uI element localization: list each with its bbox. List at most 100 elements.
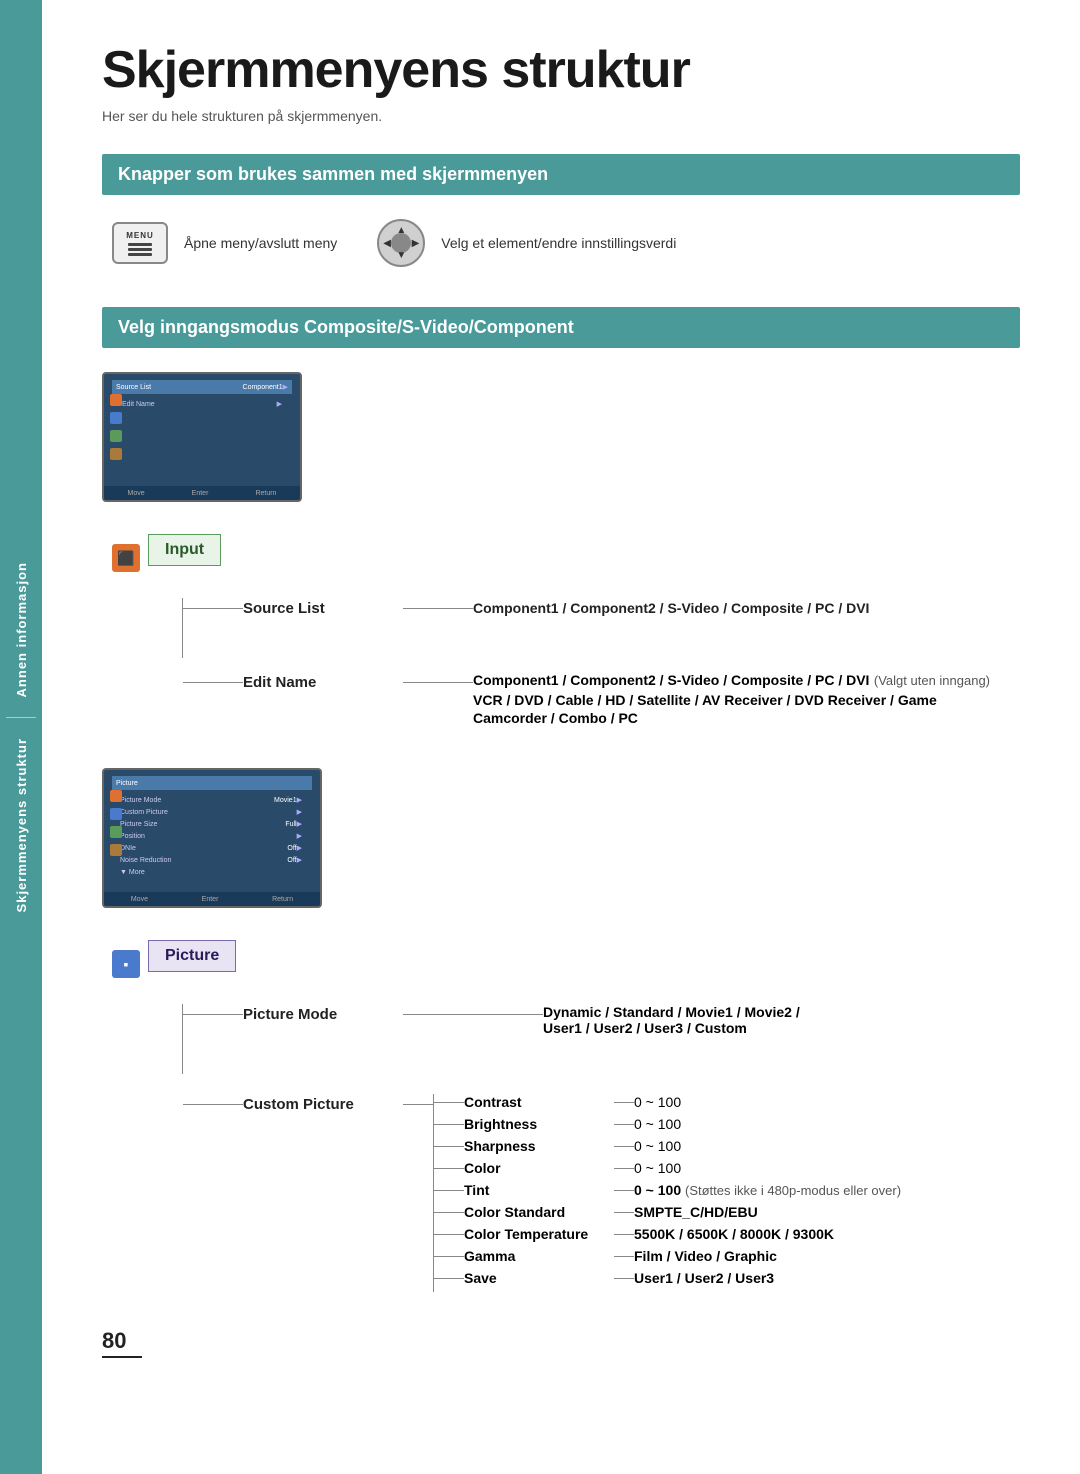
source-list-label: Source List bbox=[243, 598, 403, 617]
picture-tree: Picture Mode Dynamic / Standard / Movie1… bbox=[102, 1004, 1020, 1292]
sub-line-ct bbox=[434, 1234, 464, 1235]
edit-name-row: Edit Name Component1 / Component2 / S-Vi… bbox=[182, 672, 1020, 732]
screen-row-arrow-1: ▶ bbox=[277, 400, 282, 408]
sub-line-color bbox=[434, 1168, 464, 1169]
prow-text-3: Picture Size bbox=[120, 821, 285, 828]
page-number: 80 bbox=[102, 1328, 1020, 1354]
sub-val-save: User1 / User2 / User3 bbox=[634, 1270, 774, 1286]
footer-return: Return bbox=[255, 490, 276, 497]
sub-label-ct: Color Temperature bbox=[464, 1226, 614, 1242]
sub-val-tint: 0 ~ 100 (Støttes ikke i 480p-modus eller… bbox=[634, 1182, 901, 1198]
prow-val-5: Off bbox=[287, 845, 296, 852]
prow-4: Position ▶ bbox=[116, 830, 306, 842]
section-input: Velg inngangsmodus Composite/S-Video/Com… bbox=[102, 307, 1020, 732]
menu-bar-3 bbox=[128, 253, 152, 256]
sub-val-tint-note: (Støttes ikke i 480p-modus eller over) bbox=[685, 1183, 901, 1198]
screen-icon-picture bbox=[110, 412, 122, 424]
prow-arrow-4: ▶ bbox=[297, 832, 302, 840]
nav-button[interactable]: ▲ ▼ bbox=[377, 219, 425, 267]
sub-line-contrast bbox=[434, 1102, 464, 1103]
footer-enter: Enter bbox=[192, 490, 209, 497]
menu-button-desc: Åpne meny/avslutt meny bbox=[184, 235, 337, 251]
sidebar: Annen informasjon Skjermmenyens struktur bbox=[0, 0, 42, 1474]
sub-val-gamma: Film / Video / Graphic bbox=[634, 1248, 777, 1264]
section-picture: Picture Picture Mode Movie1 ▶ bbox=[102, 768, 1020, 1292]
sub-val-sharpness: 0 ~ 100 bbox=[634, 1138, 681, 1154]
prow-arrow-3: ▶ bbox=[297, 820, 302, 828]
prow-val-1: Movie1 bbox=[274, 797, 297, 804]
sub-line-gamma bbox=[434, 1256, 464, 1257]
menu-bar-2 bbox=[128, 248, 152, 251]
sub-line-brightness bbox=[434, 1124, 464, 1125]
sub-line-cs bbox=[434, 1212, 464, 1213]
pm-horiz bbox=[183, 1014, 243, 1015]
prow-arrow-5: ▶ bbox=[297, 844, 302, 852]
prow-text-5: DNIe bbox=[120, 845, 287, 852]
menu-button[interactable]: MENU bbox=[112, 222, 168, 264]
custom-picture-label: Custom Picture bbox=[243, 1094, 403, 1113]
section-buttons: Knapper som brukes sammen med skjermmeny… bbox=[102, 154, 1020, 267]
cp-spacer bbox=[182, 1094, 183, 1104]
edit-name-line-2: VCR / DVD / Cable / HD / Satellite / AV … bbox=[473, 692, 990, 708]
screen-row-1: Edit Name ▶ bbox=[118, 398, 286, 410]
prow-arrow-2: ▶ bbox=[297, 808, 302, 816]
cp-horiz bbox=[183, 1104, 243, 1105]
screen-icon-setup bbox=[110, 448, 122, 460]
page-number-section: 80 bbox=[102, 1328, 1020, 1358]
prow-3: Picture Size Full ▶ bbox=[116, 818, 306, 830]
cp-sub-sharpness: Sharpness 0 ~ 100 bbox=[434, 1138, 901, 1154]
sub-dash-save bbox=[614, 1278, 634, 1279]
screen-header-picture: Picture bbox=[112, 776, 312, 790]
sub-label-color: Color bbox=[464, 1160, 614, 1176]
screen-sidebar bbox=[110, 394, 122, 460]
edit-name-label: Edit Name bbox=[243, 672, 403, 691]
edit-name-note: (Valgt uten inngang) bbox=[874, 673, 990, 688]
sub-line-sharpness bbox=[434, 1146, 464, 1147]
pfooter-move: Move bbox=[131, 896, 148, 903]
sub-val-color: 0 ~ 100 bbox=[634, 1160, 681, 1176]
screen-picture-title: Picture bbox=[116, 780, 138, 787]
main-content: Skjermmenyens struktur Her ser du hele s… bbox=[42, 0, 1080, 1418]
sub-label-sharpness: Sharpness bbox=[464, 1138, 614, 1154]
prow-val-6: Off bbox=[287, 857, 296, 864]
page-subtitle: Her ser du hele strukturen på skjermmeny… bbox=[102, 108, 1020, 124]
sub-dash-color bbox=[614, 1168, 634, 1169]
prow-6: Noise Reduction Off ▶ bbox=[116, 854, 306, 866]
section-header-2: Velg inngangsmodus Composite/S-Video/Com… bbox=[102, 307, 1020, 348]
nav-button-desc: Velg et element/endre innstillingsverdi bbox=[441, 235, 676, 251]
screen-comp-text: Component1 bbox=[243, 384, 283, 391]
prow-text-7: ▼ More bbox=[120, 869, 302, 876]
cp-sub-items: Contrast 0 ~ 100 Brightness 0 ~ 100 bbox=[433, 1094, 901, 1292]
tree-dash-source bbox=[403, 608, 473, 609]
input-icon: ⬛ bbox=[112, 544, 140, 572]
page-number-underline bbox=[102, 1356, 142, 1358]
prow-1: Picture Mode Movie1 ▶ bbox=[116, 794, 306, 806]
sub-label-contrast: Contrast bbox=[464, 1094, 614, 1110]
screen-header-input: Source List Component1 ▶ bbox=[112, 380, 292, 394]
edit-name-values: Component1 / Component2 / S-Video / Comp… bbox=[473, 672, 990, 726]
cp-dash bbox=[403, 1104, 433, 1105]
buttons-row: MENU Åpne meny/avslutt meny ▲ ▼ Velg et … bbox=[102, 219, 1020, 267]
tree-vert-2 bbox=[182, 672, 183, 732]
sub-val-cs: SMPTE_C/HD/EBU bbox=[634, 1204, 758, 1220]
sub-line-save bbox=[434, 1278, 464, 1279]
nav-down-icon: ▼ bbox=[396, 250, 406, 261]
picture-icon-symbol: ▪ bbox=[124, 956, 129, 972]
screen-icon-p4 bbox=[110, 844, 122, 856]
prow-text-1: Picture Mode bbox=[120, 797, 274, 804]
screen-icon-input bbox=[110, 394, 122, 406]
sub-label-gamma: Gamma bbox=[464, 1248, 614, 1264]
prow-val-3: Full bbox=[285, 821, 296, 828]
edit-name-line-1: Component1 / Component2 / S-Video / Comp… bbox=[473, 672, 990, 690]
prow-arrow-1: ▶ bbox=[297, 796, 302, 804]
cp-sub-tint: Tint 0 ~ 100 (Støttes ikke i 480p-modus … bbox=[434, 1182, 901, 1198]
section-header-1: Knapper som brukes sammen med skjermmeny… bbox=[102, 154, 1020, 195]
cp-sub-colortemp: Color Temperature 5500K / 6500K / 8000K … bbox=[434, 1226, 901, 1242]
screen-arrow: ▶ bbox=[283, 383, 288, 391]
prow-text-2: Custom Picture bbox=[120, 809, 297, 816]
sub-dash-sharpness bbox=[614, 1146, 634, 1147]
cp-sub-contrast: Contrast 0 ~ 100 bbox=[434, 1094, 901, 1110]
prow-text-6: Noise Reduction bbox=[120, 857, 287, 864]
screen-icon-p1 bbox=[110, 790, 122, 802]
nav-up-icon: ▲ bbox=[396, 225, 406, 236]
